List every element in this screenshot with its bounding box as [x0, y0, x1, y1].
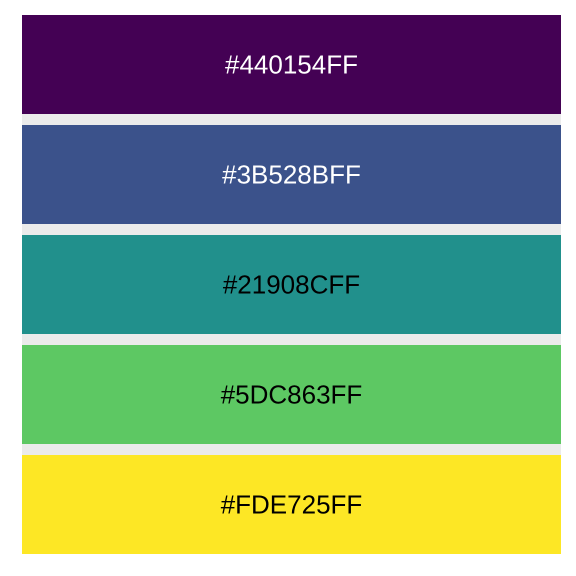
- swatch-label-1: #440154FF: [225, 50, 358, 80]
- swatch-group: #440154FF #3B528BFF #21908CFF #5DC863FF #FDE…: [22, 15, 561, 554]
- swatch-label-2: #3B528BFF: [222, 160, 361, 190]
- swatch-label-4: #5DC863FF: [221, 380, 363, 410]
- palette-chart: #440154FF #3B528BFF #21908CFF #5DC863FF #FDE…: [0, 0, 576, 576]
- swatch-label-5: #FDE725FF: [221, 490, 363, 520]
- swatch-label-3: #21908CFF: [223, 270, 360, 300]
